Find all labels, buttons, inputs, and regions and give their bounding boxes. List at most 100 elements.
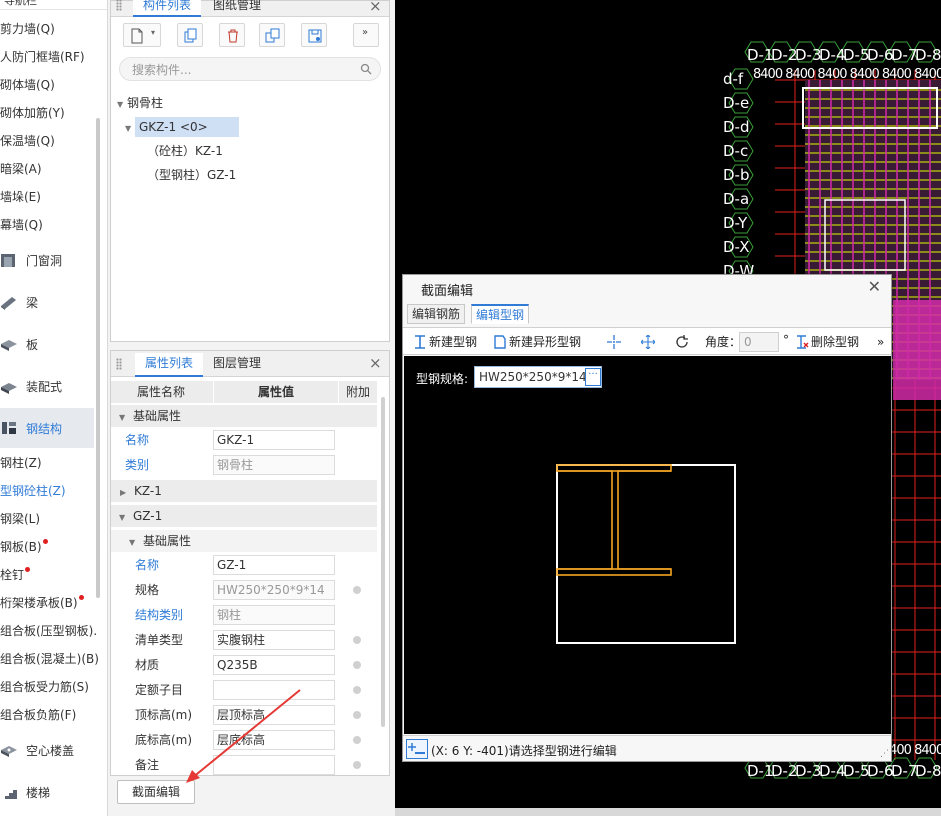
tab-drawing-management[interactable]: 图纸管理 <box>203 0 271 17</box>
nav-category[interactable]: 楼梯 <box>0 772 94 812</box>
close-icon[interactable]: × <box>369 0 382 15</box>
nav-item-label: 组合板(混凝土)(B) <box>0 652 99 666</box>
nav-category-label: 装配式 <box>26 379 63 394</box>
new-steel-button[interactable]: 新建型钢 <box>413 334 477 350</box>
nav-category[interactable]: 钢结构 <box>0 408 94 448</box>
group-gz-basic[interactable]: ▼ 基础属性 <box>111 530 377 552</box>
attach-radio[interactable] <box>353 686 361 694</box>
nav-category[interactable]: 装配式 <box>0 366 94 406</box>
steel-structure-icon <box>2 422 16 434</box>
section-edit-button[interactable]: 截面编辑 <box>117 780 195 804</box>
caret-down-icon[interactable]: ▼ <box>125 119 135 139</box>
search-box[interactable] <box>119 57 381 81</box>
nav-item[interactable]: 暗梁(A) <box>0 157 42 181</box>
new-component-button[interactable]: ▾ <box>123 23 161 47</box>
caret-down-icon[interactable]: ▼ <box>129 538 135 547</box>
group-kz[interactable]: ▶ KZ-1 <box>111 480 377 502</box>
component-tabbar: 构件列表 图纸管理 × <box>111 0 389 17</box>
nav-item-steel[interactable]: 型钢砼柱(Z) <box>0 479 66 503</box>
tree-root[interactable]: ▼ 钢骨柱 <box>117 93 163 113</box>
property-value-field[interactable]: GKZ-1 <box>213 430 335 450</box>
copy-button[interactable] <box>177 23 203 47</box>
attach-radio[interactable] <box>353 636 361 644</box>
nav-item-steel[interactable]: 栓钉 <box>0 563 31 587</box>
nav-item[interactable]: 墙垛(E) <box>0 185 41 209</box>
tab-edit-rebar[interactable]: 编辑钢筋 <box>407 304 466 324</box>
nav-item-steel[interactable]: 组合板(压型钢板). <box>0 619 97 643</box>
property-scrollbar[interactable] <box>381 397 385 727</box>
add-point-icon[interactable] <box>406 739 428 759</box>
nav-item[interactable]: 人防门框墙(RF) <box>0 45 85 69</box>
attach-radio[interactable] <box>353 711 361 719</box>
close-icon[interactable]: × <box>369 354 382 372</box>
property-value-field[interactable]: GZ-1 <box>213 555 335 575</box>
nav-category[interactable]: 板 <box>0 324 94 364</box>
nav-item-steel[interactable]: 组合板(混凝土)(B) <box>0 647 99 671</box>
delete-steel-button[interactable]: 删除型钢 <box>795 334 859 350</box>
nav-item-steel[interactable]: 组合板受力筋(S) <box>0 675 89 699</box>
row-axis-label: D-X <box>723 238 750 256</box>
nav-item-steel[interactable]: 钢梁(L) <box>0 507 40 531</box>
nav-item[interactable]: 砌体加筋(Y) <box>0 101 65 125</box>
new-irregular-steel-button[interactable]: 新建异形型钢 <box>493 334 581 350</box>
nav-item[interactable]: 幕墙(Q) <box>0 213 43 237</box>
rotate-button[interactable] <box>675 334 691 350</box>
drag-grip-icon[interactable] <box>116 358 122 370</box>
tree-item-gkz[interactable]: ▼ GKZ-1 <0> <box>125 117 239 137</box>
tab-component-list[interactable]: 构件列表 <box>133 0 202 17</box>
resize-grip-icon[interactable]: ⋰ <box>880 749 889 759</box>
nav-item-steel[interactable]: 钢柱(Z) <box>0 451 42 475</box>
nav-item-steel[interactable]: 桁架楼承板(B) <box>0 591 84 615</box>
tree-item-gz[interactable]: （型钢柱）GZ-1 <box>147 165 236 185</box>
caret-down-icon[interactable]: ▼ <box>119 513 125 522</box>
tree-item-kz[interactable]: （砼柱）KZ-1 <box>147 141 223 161</box>
property-value-field[interactable] <box>213 755 335 775</box>
more-button[interactable]: » <box>353 23 379 47</box>
new-steel-label: 新建型钢 <box>429 335 478 349</box>
toolbar-more-button[interactable]: » <box>877 334 884 350</box>
angle-input[interactable] <box>739 332 779 352</box>
nav-category[interactable]: 梁 <box>0 282 94 322</box>
column-axis-label: D-6 <box>867 46 894 64</box>
drag-grip-icon[interactable] <box>116 0 122 11</box>
save-component-button[interactable] <box>301 23 327 47</box>
property-value-field[interactable]: 层底标高 <box>213 730 335 750</box>
nav-item-steel[interactable]: 钢板(B) <box>0 535 48 559</box>
nav-item[interactable]: 砌体墙(Q) <box>0 73 55 97</box>
caret-right-icon[interactable]: ▶ <box>120 488 126 497</box>
tab-edit-steel[interactable]: 编辑型钢 <box>471 304 530 324</box>
move-button[interactable] <box>640 334 657 350</box>
close-icon[interactable]: ✕ <box>868 277 881 296</box>
group-basic-properties[interactable]: ▼ 基础属性 <box>111 405 377 427</box>
section-canvas[interactable]: 型钢规格: HW250*250*9*14 ··· <box>404 356 891 734</box>
attach-radio[interactable] <box>353 736 361 744</box>
attach-radio[interactable] <box>353 586 361 594</box>
nav-item[interactable]: 剪力墙(Q) <box>0 17 55 41</box>
nav-scrollbar[interactable] <box>96 118 100 598</box>
group-gz[interactable]: ▼ GZ-1 <box>111 505 377 527</box>
bottom-status-strip <box>395 808 941 816</box>
nav-item-steel[interactable]: 组合板负筋(F) <box>0 703 76 727</box>
row-axis-label: D-a <box>723 190 749 208</box>
attach-radio[interactable] <box>353 661 361 669</box>
nav-item[interactable]: 保温墙(Q) <box>0 129 55 153</box>
search-icon[interactable] <box>360 63 372 75</box>
chevron-down-icon[interactable]: ▾ <box>151 28 155 37</box>
layer-copy-button[interactable] <box>259 23 285 47</box>
h-steel-section[interactable] <box>556 464 672 576</box>
crosshair-button[interactable] <box>607 334 623 350</box>
caret-down-icon[interactable]: ▼ <box>119 413 125 422</box>
delete-button[interactable] <box>219 23 245 47</box>
caret-down-icon[interactable]: ▼ <box>117 95 127 115</box>
property-value-field[interactable] <box>213 680 335 700</box>
tab-layer-management[interactable]: 图层管理 <box>203 353 271 377</box>
nav-category[interactable]: 门窗洞 <box>0 240 94 280</box>
search-input[interactable] <box>132 61 352 79</box>
property-value-field[interactable]: 实腹钢柱 <box>213 630 335 650</box>
attach-radio[interactable] <box>353 761 361 769</box>
tree-item-selected-label[interactable]: GKZ-1 <0> <box>135 117 239 137</box>
property-value-field[interactable]: 层顶标高 <box>213 705 335 725</box>
property-value-field[interactable]: Q235B <box>213 655 335 675</box>
nav-category[interactable]: 空心楼盖 <box>0 730 94 770</box>
tab-property-list[interactable]: 属性列表 <box>135 353 204 377</box>
